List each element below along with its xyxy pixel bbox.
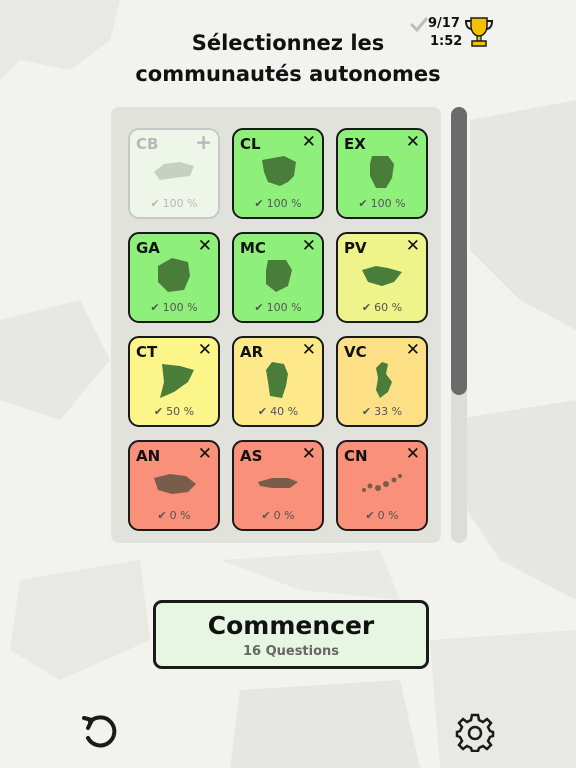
percent-label: ✔ 60 % [361, 301, 403, 314]
tile-cn[interactable]: CN ✕ ✔ 0 % [336, 440, 428, 531]
percent-label: ✔ 40 % [257, 405, 299, 418]
undo-icon[interactable] [80, 712, 120, 752]
trophy-icon [464, 17, 494, 47]
check-icon [410, 17, 428, 33]
region-shape-icon [266, 362, 288, 398]
region-code: AN [136, 447, 161, 465]
percent-label: ✔ 0 % [157, 509, 191, 522]
remove-icon[interactable]: ✕ [302, 444, 316, 464]
remove-icon[interactable]: ✕ [198, 236, 212, 256]
region-shape-icon [370, 156, 394, 188]
title-line-2: communautés autonomes [135, 62, 441, 86]
percent-label: ✔ 0 % [261, 509, 295, 522]
remove-icon[interactable]: ✕ [406, 340, 420, 360]
region-shape-icon [362, 266, 402, 286]
region-grid-panel: CB + ✔ 100 % CL ✕ ✔ 100 % EX ✕ ✔ 100 % GA ✕… [111, 107, 441, 543]
percent-label: ✔ 100 % [150, 301, 198, 314]
remove-icon[interactable]: ✕ [302, 132, 316, 152]
remove-icon[interactable]: ✕ [406, 444, 420, 464]
region-shape-icon [266, 260, 292, 292]
percent-label: ✔ 50 % [153, 405, 195, 418]
tile-mc[interactable]: MC ✕ ✔ 100 % [232, 232, 324, 323]
timer: 1:52 [430, 34, 463, 49]
tile-ga[interactable]: GA ✕ ✔ 100 % [128, 232, 220, 323]
tile-an[interactable]: AN ✕ ✔ 0 % [128, 440, 220, 531]
percent-label: ✔ 0 % [365, 509, 399, 522]
scrollbar-thumb[interactable] [451, 107, 467, 395]
start-button[interactable]: Commencer 16 Questions [153, 600, 429, 669]
tile-ct[interactable]: CT ✕ ✔ 50 % [128, 336, 220, 427]
remove-icon[interactable]: ✕ [302, 236, 316, 256]
question-count: 16 Questions [242, 644, 340, 659]
percent-label: ✔ 100 % [254, 197, 302, 210]
region-code: CL [240, 135, 261, 153]
region-shape-icon [160, 364, 194, 398]
remove-icon[interactable]: ✕ [198, 340, 212, 360]
region-code: AR [240, 343, 264, 361]
region-code: CB [136, 135, 159, 153]
gear-icon[interactable] [455, 712, 495, 752]
region-code: AS [240, 447, 263, 465]
scrollbar[interactable] [451, 107, 467, 543]
region-code: CT [136, 343, 158, 361]
remove-icon[interactable]: ✕ [302, 340, 316, 360]
region-shape-icon [262, 156, 296, 186]
percent-label: ✔ 33 % [361, 405, 403, 418]
region-shape-icon [154, 162, 194, 180]
remove-icon[interactable]: ✕ [406, 236, 420, 256]
percent-label: ✔ 100 % [150, 197, 198, 210]
start-button-label: Commencer [207, 611, 375, 640]
region-shape-icon [158, 258, 190, 292]
tile-cb[interactable]: CB + ✔ 100 % [128, 128, 220, 219]
region-shape-icon [362, 474, 402, 492]
percent-label: ✔ 100 % [358, 197, 406, 210]
percent-label: ✔ 100 % [254, 301, 302, 314]
remove-icon[interactable]: ✕ [406, 132, 420, 152]
region-code: CN [344, 447, 368, 465]
region-code: GA [136, 239, 160, 257]
remove-icon[interactable]: ✕ [198, 444, 212, 464]
score-count: 9/17 [428, 16, 460, 31]
tile-pv[interactable]: PV ✕ ✔ 60 % [336, 232, 428, 323]
tile-vc[interactable]: VC ✕ ✔ 33 % [336, 336, 428, 427]
add-icon[interactable]: + [195, 132, 212, 152]
tile-ex[interactable]: EX ✕ ✔ 100 % [336, 128, 428, 219]
tile-ar[interactable]: AR ✕ ✔ 40 % [232, 336, 324, 427]
region-code: EX [344, 135, 366, 153]
region-shape-icon [376, 362, 392, 398]
tile-as[interactable]: AS ✕ ✔ 0 % [232, 440, 324, 531]
region-code: MC [240, 239, 266, 257]
region-shape-icon [154, 474, 196, 494]
region-shape-icon [258, 478, 298, 488]
tile-cl[interactable]: CL ✕ ✔ 100 % [232, 128, 324, 219]
region-code: PV [344, 239, 367, 257]
score-display: 9/17 1:52 [410, 16, 500, 56]
region-code: VC [344, 343, 367, 361]
